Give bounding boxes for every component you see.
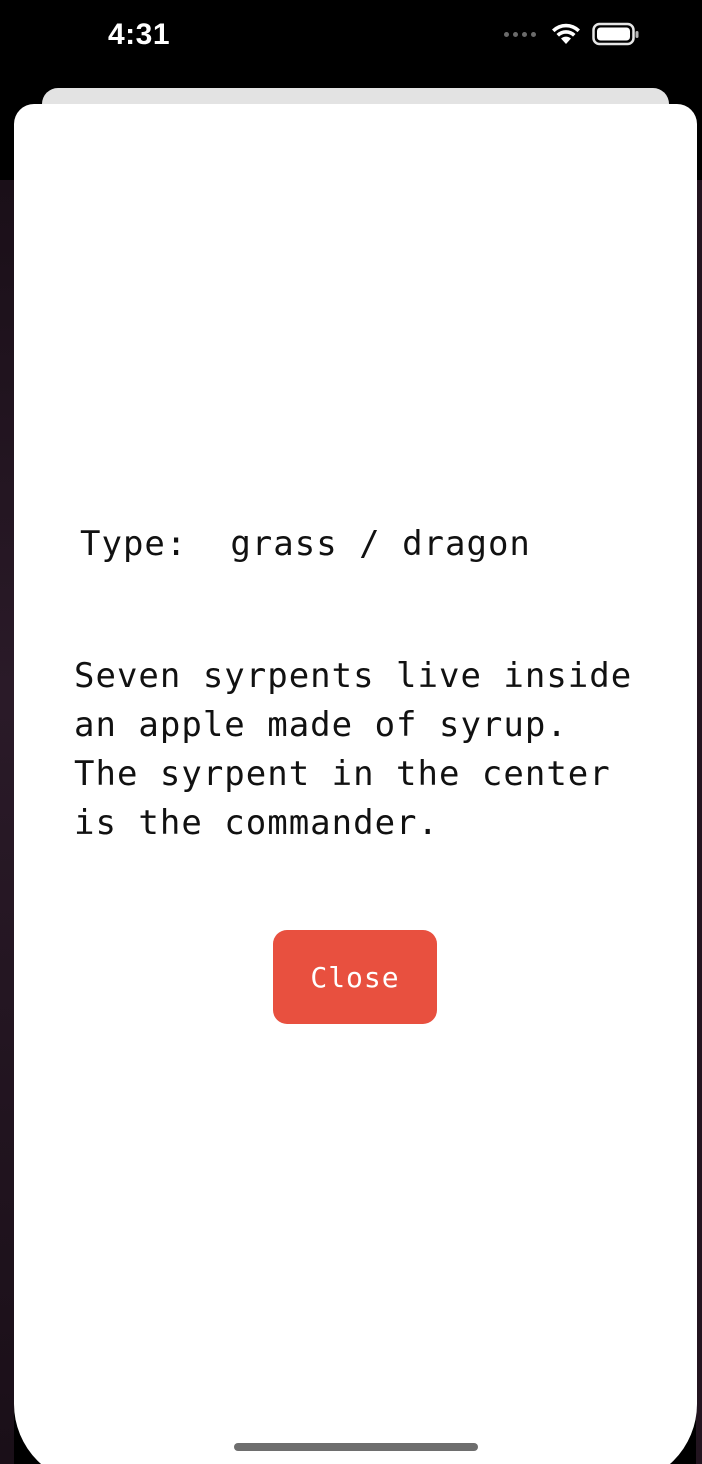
detail-sheet: Type: grass / dragon Seven syrpents live… (14, 104, 697, 1464)
status-icons (504, 22, 640, 46)
close-button[interactable]: Close (273, 930, 437, 1024)
type-row: Type: grass / dragon (80, 524, 531, 564)
background-edge-left (0, 180, 14, 1464)
status-time: 4:31 (108, 18, 171, 51)
type-label: Type: (80, 524, 188, 564)
phone-screen: 4:31 Type: grass / dragon Seven syrpents… (0, 0, 702, 1464)
wifi-icon (552, 23, 580, 44)
cellular-dots-icon (504, 31, 536, 37)
home-indicator[interactable] (234, 1443, 478, 1451)
battery-icon (592, 22, 639, 46)
status-bar: 4:31 (0, 0, 702, 80)
type-value: grass / dragon (230, 524, 531, 564)
description-text: Seven syrpents live inside an apple made… (74, 656, 633, 843)
